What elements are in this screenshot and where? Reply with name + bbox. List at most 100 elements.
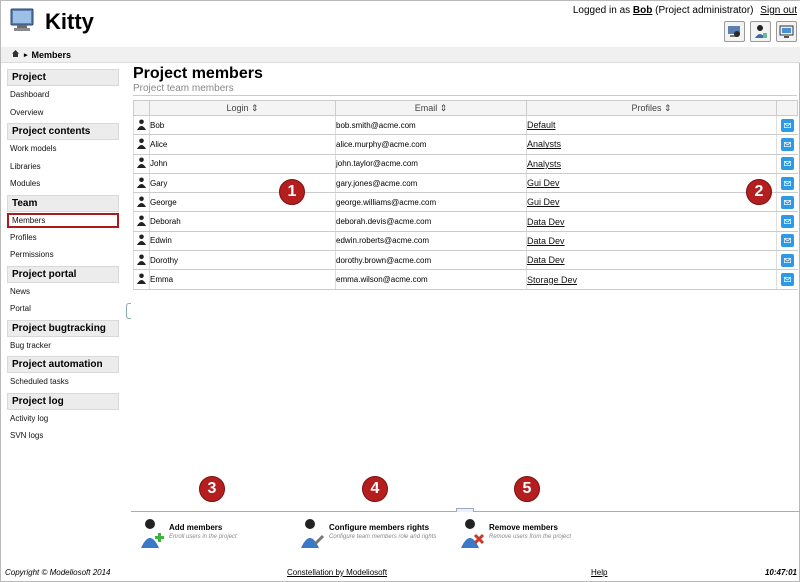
main-content: Project members Project team members Log…: [133, 63, 798, 290]
user-icon: [133, 211, 150, 232]
sidebar-section-project-automation[interactable]: Project automation: [7, 356, 119, 373]
sidebar-section-project-portal[interactable]: Project portal: [7, 265, 119, 283]
workspace-button[interactable]: [724, 21, 745, 42]
sidebar-item-libraries[interactable]: Libraries: [7, 158, 119, 176]
sidebar-section-project[interactable]: Project: [7, 69, 119, 86]
send-mail-button[interactable]: [780, 215, 794, 229]
sidebar-section-project-bugtracking[interactable]: Project bugtracking: [7, 319, 119, 337]
profile-link[interactable]: Data Dev: [527, 217, 565, 227]
callout-marker-1: 1: [279, 179, 305, 205]
sidebar-item-news[interactable]: News: [7, 283, 119, 301]
constellation-link[interactable]: Constellation by Modeliosoft: [287, 568, 387, 577]
user-icon: [133, 134, 150, 155]
sidebar-item-overview[interactable]: Overview: [7, 104, 119, 122]
configure-user-icon: [301, 519, 325, 548]
workspace-icon: [728, 26, 740, 37]
action-cell: [776, 154, 798, 174]
action-bar-toggle[interactable]: [456, 508, 474, 512]
user-profile-icon: [755, 25, 767, 38]
profile-link[interactable]: Analysts: [527, 139, 561, 149]
table-row[interactable]: John john.taylor@acme.com Analysts: [133, 154, 798, 174]
profile-link[interactable]: Data Dev: [527, 255, 565, 265]
sidebar-item-profiles[interactable]: Profiles: [7, 229, 119, 247]
member-profile: Data Dev: [526, 211, 777, 232]
add-members-button[interactable]: Add members Enroll users in the project: [139, 516, 237, 548]
header-icon-col: [133, 100, 150, 116]
sidebar-item-bug-tracker[interactable]: Bug tracker: [7, 337, 119, 355]
mail-icon: [783, 122, 791, 128]
column-header-profiles[interactable]: Profiles ⇕: [526, 100, 777, 116]
user-icon: [133, 231, 150, 252]
sidebar-item-work-models[interactable]: Work models: [7, 140, 119, 158]
table-row[interactable]: Emma emma.wilson@acme.com Storage Dev: [133, 269, 798, 290]
send-mail-button[interactable]: [780, 157, 794, 171]
member-profile: Storage Dev: [526, 269, 777, 290]
profile-link[interactable]: Gui Dev: [527, 197, 560, 207]
sidebar-collapse-handle[interactable]: [126, 303, 131, 319]
sort-icon: ⇕: [439, 102, 448, 113]
send-mail-button[interactable]: [780, 273, 794, 287]
send-mail-button[interactable]: [780, 253, 794, 267]
profile-link[interactable]: Gui Dev: [527, 178, 560, 188]
logged-in-label: Logged in as: [572, 5, 631, 16]
header-action-col: [776, 100, 798, 116]
admin-button[interactable]: [776, 21, 797, 42]
send-mail-button[interactable]: [780, 118, 794, 132]
table-row[interactable]: Gary gary.jones@acme.com Gui Dev: [133, 173, 798, 194]
sidebar-section-project-log[interactable]: Project log: [7, 392, 119, 410]
member-login: Emma: [149, 269, 336, 290]
table-row[interactable]: Dorothy dorothy.brown@acme.com Data Dev: [133, 250, 798, 271]
add-members-label: Add members: [169, 523, 223, 532]
column-header-login[interactable]: Login ⇕: [149, 100, 336, 116]
sidebar-section-project-contents[interactable]: Project contents: [7, 123, 119, 140]
table-row[interactable]: Edwin edwin.roberts@acme.com Data Dev: [133, 231, 798, 252]
send-mail-button[interactable]: [780, 137, 794, 151]
mail-icon: [783, 180, 791, 186]
sidebar-item-members[interactable]: Members: [7, 212, 119, 228]
profile-link[interactable]: Data Dev: [527, 236, 565, 246]
send-mail-button[interactable]: [780, 176, 794, 190]
member-profile: Data Dev: [526, 231, 777, 252]
user-icon: [133, 250, 150, 271]
send-mail-button[interactable]: [780, 195, 794, 209]
profile-link[interactable]: Storage Dev: [527, 275, 577, 285]
user-link[interactable]: Bob: [633, 5, 652, 16]
members-table-body: Bob bob.smith@acme.com Default Alice ali…: [133, 115, 798, 290]
action-cell: [776, 211, 798, 232]
action-cell: [776, 231, 798, 252]
sidebar-item-activity-log[interactable]: Activity log: [7, 410, 119, 428]
breadcrumb-current: Members: [31, 49, 72, 60]
member-email: bob.smith@acme.com: [335, 115, 527, 136]
signout-link[interactable]: Sign out: [760, 5, 797, 16]
user-profile-button[interactable]: [750, 21, 771, 42]
send-mail-button[interactable]: [780, 234, 794, 248]
table-row[interactable]: Bob bob.smith@acme.com Default: [133, 115, 798, 136]
member-profile: Analysts: [526, 134, 777, 155]
profile-link[interactable]: Default: [527, 120, 556, 130]
help-link[interactable]: Help: [591, 568, 607, 577]
profile-link[interactable]: Analysts: [527, 159, 561, 169]
table-row[interactable]: Deborah deborah.devis@acme.com Data Dev: [133, 211, 798, 232]
configure-members-rights-button[interactable]: Configure members rights Configure team …: [299, 516, 436, 548]
member-login: George: [149, 192, 336, 213]
sidebar-item-dashboard[interactable]: Dashboard: [7, 86, 119, 104]
home-icon[interactable]: [11, 49, 20, 60]
sidebar-item-portal[interactable]: Portal: [7, 300, 119, 318]
user-role: (Project administrator): [655, 5, 754, 16]
table-row[interactable]: George george.williams@acme.com Gui Dev: [133, 192, 798, 213]
copyright: Copyright © Modeliosoft 2014: [5, 568, 111, 577]
member-profile: Gui Dev: [526, 192, 777, 213]
app-window: Kitty Logged in as Bob (Project administ…: [0, 0, 800, 582]
table-header-row: Login ⇕ Email ⇕ Profiles ⇕: [133, 100, 798, 116]
table-row[interactable]: Alice alice.murphy@acme.com Analysts: [133, 134, 798, 155]
members-table: Login ⇕ Email ⇕ Profiles ⇕ Bob bob.smith…: [133, 100, 798, 290]
mail-icon: [783, 238, 791, 244]
sidebar-section-team[interactable]: Team: [7, 194, 119, 212]
sidebar-item-modules[interactable]: Modules: [7, 175, 119, 193]
column-header-email[interactable]: Email ⇕: [335, 100, 527, 116]
sidebar-item-permissions[interactable]: Permissions: [7, 246, 119, 264]
sidebar-item-scheduled-tasks[interactable]: Scheduled tasks: [7, 373, 119, 391]
breadcrumb-arrow-icon: ▸: [24, 51, 28, 59]
remove-members-button[interactable]: Remove members Remove users from the pro…: [459, 516, 571, 548]
sidebar-item-svn-logs[interactable]: SVN logs: [7, 427, 119, 445]
